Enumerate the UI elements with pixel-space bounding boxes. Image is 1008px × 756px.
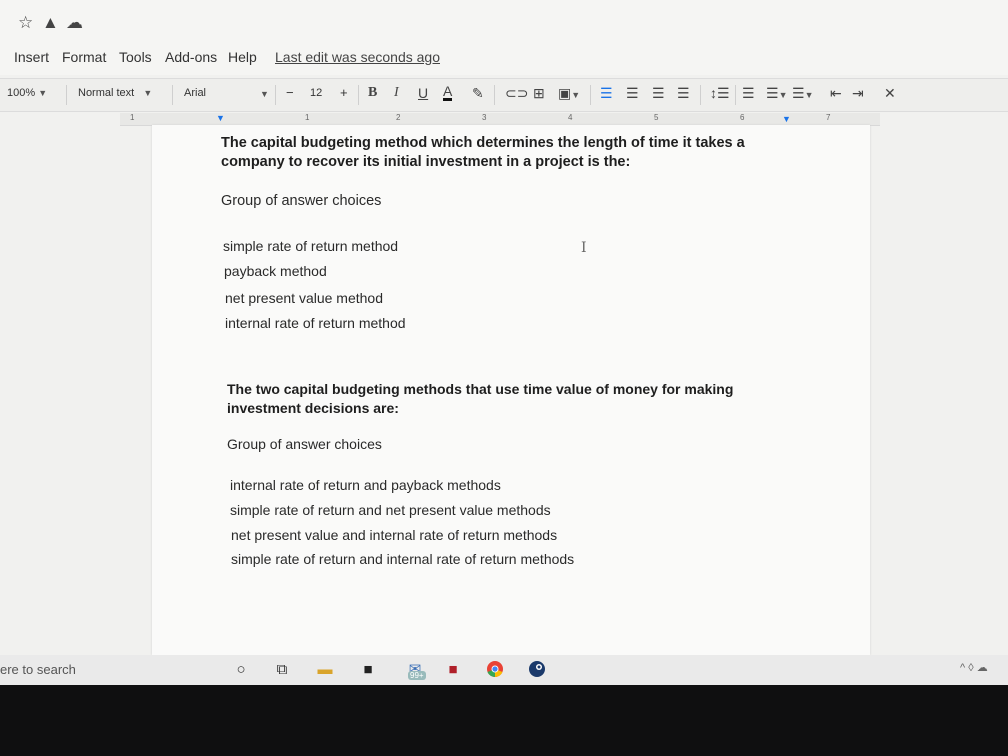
divider (590, 85, 591, 105)
question-1-option: net present value method (225, 290, 383, 306)
question-2-option: simple rate of return and net present va… (230, 502, 551, 518)
zoom-value: 100% (7, 87, 36, 99)
align-justify-icon[interactable]: ☰ (677, 85, 690, 101)
ruler-number: 2 (396, 113, 401, 122)
menu-bar: Insert Format Tools Add-ons Help Last ed… (0, 45, 1008, 75)
font-size-input[interactable]: 12 (310, 87, 322, 99)
question-1-line-1: The capital budgeting method which deter… (221, 135, 745, 151)
question-1-option: internal rate of return method (225, 315, 406, 331)
chevron-down-icon: ▼ (38, 88, 48, 98)
last-edit-link[interactable]: Last edit was seconds ago (275, 49, 440, 65)
menu-tools[interactable]: Tools (119, 49, 152, 65)
divider (494, 85, 495, 105)
file-explorer-icon[interactable]: ▬ (315, 660, 335, 680)
underline-icon[interactable]: U (418, 85, 428, 101)
divider (358, 85, 359, 105)
numbered-list-icon[interactable]: ☰▼ (766, 85, 787, 103)
ruler-number: 4 (568, 113, 573, 122)
move-to-drive-icon[interactable]: ▲ (42, 14, 59, 32)
ruler-number: 5 (654, 113, 659, 122)
bulleted-list-icon[interactable]: ☰▼ (792, 85, 813, 103)
task-view-icon[interactable]: ⧉ (272, 660, 292, 680)
ruler-number: 6 (740, 113, 745, 122)
chevron-down-icon[interactable]: ▼ (260, 89, 269, 99)
menu-format[interactable]: Format (62, 49, 106, 65)
italic-icon[interactable]: I (394, 85, 399, 101)
ruler-number: 1 (305, 113, 310, 122)
align-center-icon[interactable]: ☰ (626, 85, 639, 101)
decrease-indent-icon[interactable]: ⇤ (830, 85, 842, 101)
increase-indent-icon[interactable]: ⇥ (852, 85, 864, 101)
chrome-icon[interactable] (485, 660, 505, 680)
toolbar: 100% ▼ Normal text ▼ Arial ▼ − 12 + B I … (0, 78, 1008, 112)
bezel (0, 685, 1008, 756)
chevron-down-icon: ▼ (143, 88, 153, 98)
question-1-line-2: company to recover its initial investmen… (221, 154, 631, 170)
cortana-circle-icon[interactable]: ○ (231, 660, 251, 680)
steam-icon[interactable] (527, 660, 547, 680)
increase-font-size-button[interactable]: + (340, 85, 348, 100)
clear-formatting-icon[interactable]: ✕ (884, 85, 896, 101)
app-icon[interactable]: ■ (443, 660, 463, 680)
ruler-number: 1 (130, 113, 135, 122)
ruler-number: 3 (482, 113, 487, 122)
question-2-line-2: investment decisions are: (227, 400, 399, 416)
decrease-font-size-button[interactable]: − (286, 85, 294, 100)
zoom-select[interactable]: 100% ▼ (7, 87, 47, 99)
question-1-group-label: Group of answer choices (221, 193, 382, 209)
document-page[interactable]: The capital budgeting method which deter… (152, 125, 870, 655)
style-value: Normal text (78, 87, 135, 99)
question-2-option: simple rate of return and internal rate … (231, 551, 575, 567)
question-2-group-label: Group of answer choices (227, 436, 382, 452)
align-left-icon[interactable]: ☰ (600, 85, 613, 101)
checklist-icon[interactable]: ☰ (742, 85, 755, 101)
taskbar-search[interactable]: ere to search (0, 662, 76, 677)
style-select[interactable]: Normal text ▼ (78, 87, 152, 99)
mail-badge: 99+ (408, 671, 426, 680)
font-value: Arial (184, 87, 207, 99)
divider (735, 85, 736, 105)
indent-marker-icon[interactable]: ▼ (216, 113, 225, 123)
font-select[interactable]: Arial (184, 87, 206, 99)
system-tray-icons[interactable]: ^ ◊ ☁ (960, 661, 988, 674)
bold-icon[interactable]: B (368, 85, 377, 101)
store-icon[interactable]: ■ (358, 660, 378, 680)
star-icon[interactable]: ☆ (18, 14, 33, 32)
taskbar: ere to search ○ ⧉ ▬ ■ ✉ 99+ ■ ^ ◊ ☁ (0, 655, 1008, 685)
right-indent-marker-icon[interactable]: ▼ (782, 114, 791, 124)
question-1-option: payback method (224, 263, 327, 279)
line-spacing-icon[interactable]: ↕☰ (710, 85, 730, 101)
divider (66, 85, 67, 105)
question-2-line-1: The two capital budgeting methods that u… (227, 381, 734, 397)
menu-insert[interactable]: Insert (14, 49, 49, 65)
divider (275, 85, 276, 105)
title-bar: ☆ ▲ ☁ (0, 0, 1008, 45)
link-icon[interactable]: ⊂⊃ (505, 85, 528, 101)
ruler-number: 7 (826, 113, 831, 122)
question-2-option: internal rate of return and payback meth… (230, 477, 501, 493)
text-cursor-icon: I (581, 240, 587, 256)
cloud-saved-icon[interactable]: ☁ (66, 14, 83, 32)
question-2-option: net present value and internal rate of r… (231, 527, 558, 543)
comment-icon[interactable]: ⊞ (533, 85, 545, 101)
image-icon[interactable]: ▣▼ (558, 85, 580, 103)
menu-help[interactable]: Help (228, 49, 257, 65)
menu-addons[interactable]: Add-ons (165, 49, 217, 65)
divider (172, 85, 173, 105)
divider (700, 85, 701, 105)
highlight-pen-icon[interactable]: ✎ (472, 85, 484, 101)
text-color-icon[interactable]: A (443, 84, 453, 101)
align-right-icon[interactable]: ☰ (652, 85, 665, 101)
question-1-option: simple rate of return method (223, 238, 399, 254)
